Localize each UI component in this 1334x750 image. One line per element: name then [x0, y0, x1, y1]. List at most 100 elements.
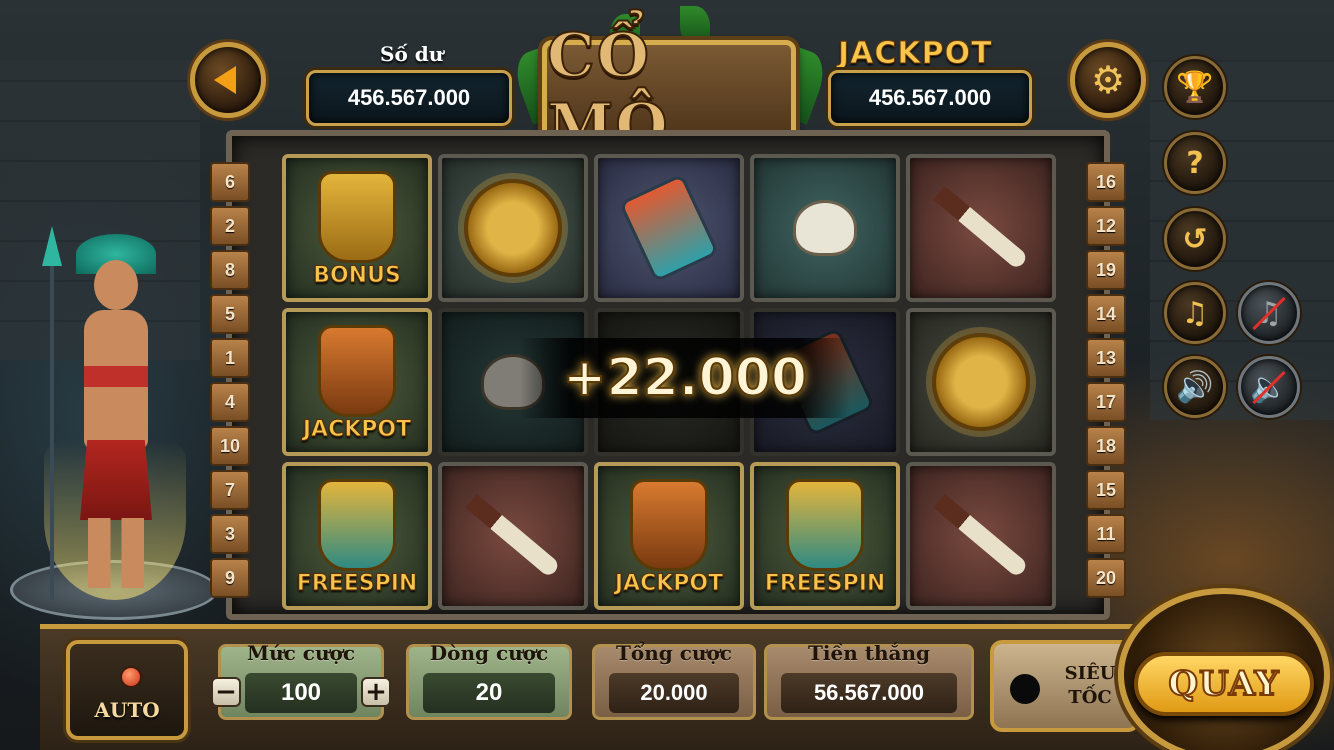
- toggle-indicator: [1010, 674, 1040, 704]
- lines-value: 20: [423, 673, 555, 713]
- balance-value: 456.567.000: [306, 70, 512, 126]
- music-off-button[interactable]: ♫: [1238, 282, 1300, 344]
- total-bet-label: Tổng cược: [616, 641, 732, 665]
- warrior-legs: [88, 518, 144, 588]
- symbol-skull: [750, 154, 900, 302]
- sun-medallion-icon: [464, 179, 562, 277]
- auto-spin-button[interactable]: AUTO: [66, 640, 188, 740]
- payline-number[interactable]: 15: [1086, 470, 1126, 510]
- question-icon: ?: [1186, 145, 1204, 181]
- sound-on-button[interactable]: 🔊: [1164, 356, 1226, 418]
- symbol-dagger: [906, 462, 1056, 610]
- trophy-icon: 🏆: [1176, 69, 1214, 105]
- music-off-icon: ♫: [1255, 295, 1283, 331]
- spear: [50, 240, 54, 600]
- game-title-plate: CỔ MỘ: [542, 20, 796, 162]
- sun-medallion-icon: [932, 333, 1030, 431]
- payline-number[interactable]: 14: [1086, 294, 1126, 334]
- auto-label: AUTO: [94, 698, 160, 722]
- dagger-icon: [465, 493, 561, 579]
- speaker-icon: 🔊: [1176, 369, 1214, 405]
- back-arrow-icon: [214, 66, 236, 94]
- warrior-character: [70, 234, 162, 590]
- symbol-drum: [594, 154, 744, 302]
- bet-amount-value: 100: [245, 673, 357, 713]
- winnings-panel: Tiền thắng 56.567.000: [764, 641, 974, 720]
- payline-number[interactable]: 20: [1086, 558, 1126, 598]
- payline-number[interactable]: 10: [210, 426, 250, 466]
- turbo-toggle[interactable]: SIÊU TỐC: [990, 640, 1140, 732]
- symbol-label: BONUS: [313, 263, 402, 289]
- drum-icon: [618, 173, 720, 283]
- jackpot-label: JACKPOT: [838, 36, 993, 72]
- payline-number[interactable]: 7: [210, 470, 250, 510]
- dagger-icon: [933, 185, 1029, 271]
- payline-number[interactable]: 19: [1086, 250, 1126, 290]
- payline-column-left: 6 2 8 5 1 4 10 7 3 9: [210, 162, 250, 598]
- payline-number[interactable]: 6: [210, 162, 250, 202]
- symbol-medallion: [438, 154, 588, 302]
- symbol-freespin: FREESPIN: [750, 462, 900, 610]
- indicator-light-icon: [120, 666, 142, 688]
- symbol-label: JACKPOT: [614, 571, 724, 597]
- decrease-bet-button[interactable]: −: [211, 677, 241, 707]
- symbol-label: FREESPIN: [764, 571, 886, 597]
- total-bet-value: 20.000: [609, 673, 739, 713]
- win-amount: +22.000: [562, 347, 808, 409]
- lines-panel[interactable]: Dòng cược 20: [406, 641, 572, 720]
- tiki-mask-icon: [630, 479, 708, 571]
- symbol-dagger: [906, 154, 1056, 302]
- back-button[interactable]: [190, 42, 266, 118]
- payline-number[interactable]: 3: [210, 514, 250, 554]
- feathered-skull-icon: [793, 200, 857, 256]
- warrior-skirt: [80, 440, 152, 520]
- gear-icon: ⚙: [1090, 58, 1126, 102]
- spin-button[interactable]: QUAY: [1134, 652, 1314, 716]
- symbol-jackpot: JACKPOT: [282, 308, 432, 456]
- payline-number[interactable]: 9: [210, 558, 250, 598]
- symbol-label: JACKPOT: [302, 417, 412, 443]
- dagger-icon: [933, 493, 1029, 579]
- help-button[interactable]: ?: [1164, 132, 1226, 194]
- payline-number[interactable]: 18: [1086, 426, 1126, 466]
- bet-amount-label: Mức cược: [246, 641, 356, 665]
- symbol-jackpot: JACKPOT: [594, 462, 744, 610]
- payline-number[interactable]: 4: [210, 382, 250, 422]
- settings-button[interactable]: ⚙: [1070, 42, 1146, 118]
- tiki-mask-icon: [318, 325, 396, 417]
- turbo-label-line2: TỐC: [1068, 687, 1112, 708]
- payline-number[interactable]: 11: [1086, 514, 1126, 554]
- symbol-freespin: FREESPIN: [282, 462, 432, 610]
- warrior-head: [94, 260, 138, 310]
- payline-number[interactable]: 13: [1086, 338, 1126, 378]
- payline-number[interactable]: 17: [1086, 382, 1126, 422]
- payline-number[interactable]: 2: [210, 206, 250, 246]
- payline-number[interactable]: 1: [210, 338, 250, 378]
- winnings-value: 56.567.000: [781, 673, 957, 713]
- leaderboard-button[interactable]: 🏆: [1164, 56, 1226, 118]
- sound-off-button[interactable]: 🔈: [1238, 356, 1300, 418]
- warrior-torso: [84, 310, 148, 450]
- payline-number[interactable]: 16: [1086, 162, 1126, 202]
- symbol-medallion: [906, 308, 1056, 456]
- balance-label: Số dư: [380, 42, 444, 66]
- music-on-button[interactable]: ♫: [1164, 282, 1226, 344]
- payline-number[interactable]: 12: [1086, 206, 1126, 246]
- history-button[interactable]: ↺: [1164, 208, 1226, 270]
- lines-label: Dòng cược: [429, 641, 549, 665]
- symbol-label: FREESPIN: [296, 571, 418, 597]
- jade-mask-icon: [318, 479, 396, 571]
- winnings-label: Tiền thắng: [808, 641, 930, 665]
- jade-mask-icon: [786, 479, 864, 571]
- bet-amount-panel: Mức cược 100 − +: [211, 641, 391, 720]
- symbol-dagger: [438, 462, 588, 610]
- increase-bet-button[interactable]: +: [361, 677, 391, 707]
- payline-number[interactable]: 8: [210, 250, 250, 290]
- win-banner: +22.000: [520, 338, 850, 418]
- symbol-bonus: BONUS: [282, 154, 432, 302]
- spin-label: QUAY: [1167, 663, 1280, 705]
- payline-number[interactable]: 5: [210, 294, 250, 334]
- history-icon: ↺: [1182, 221, 1208, 257]
- jackpot-value: 456.567.000: [828, 70, 1032, 126]
- music-icon: ♫: [1181, 295, 1209, 331]
